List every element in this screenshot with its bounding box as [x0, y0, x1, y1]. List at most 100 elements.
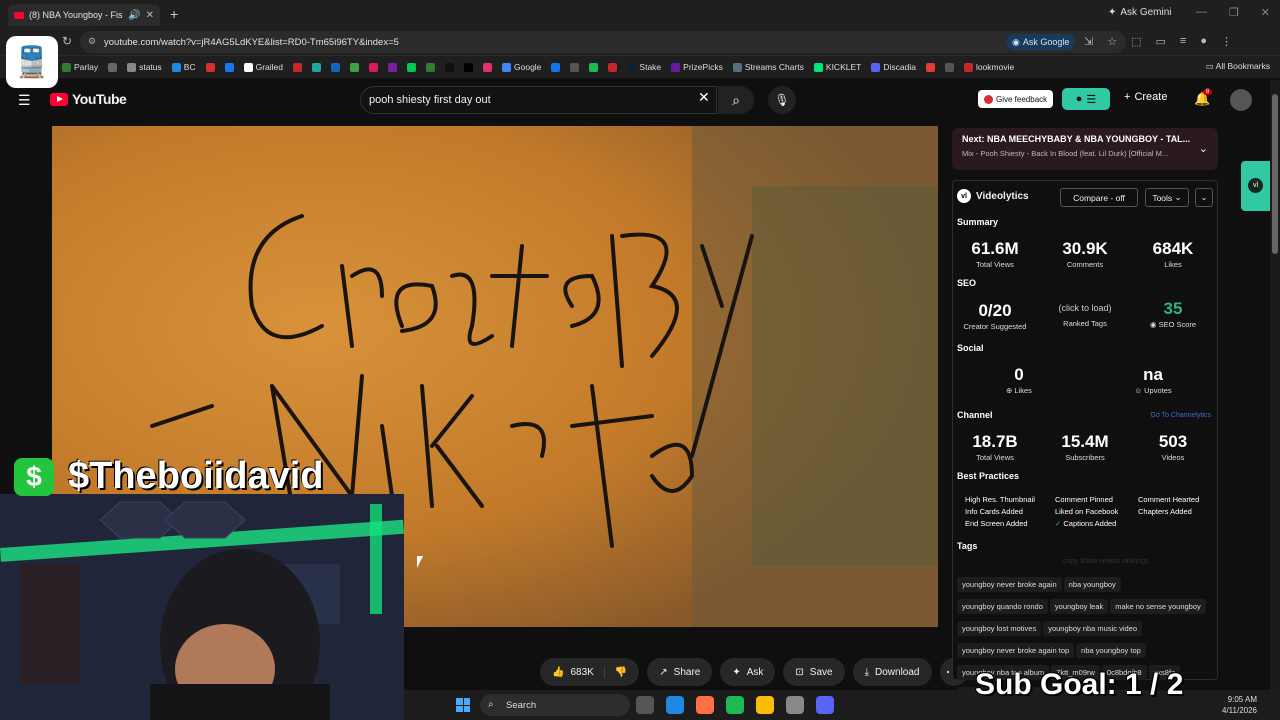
go-to-channelytics-link[interactable]: Go To Channelytics	[1150, 412, 1211, 419]
ask-button[interactable]: ✦ Ask	[720, 658, 776, 686]
panel-collapse-button[interactable]: ⌄	[1195, 188, 1213, 207]
site-info-icon[interactable]: ⚙	[88, 36, 96, 47]
bookmark-item[interactable]: KICKLET	[813, 62, 861, 72]
youtube-logo[interactable]: YouTube	[50, 91, 127, 107]
videolytics-side-button[interactable]: vl	[1241, 161, 1270, 211]
bookmark-item[interactable]	[483, 62, 492, 72]
videolytics-toggle-button[interactable]: ● ☰	[1062, 88, 1110, 110]
speaker-icon[interactable]: 🔊	[128, 10, 140, 21]
media-icon[interactable]: ≡	[1180, 35, 1186, 48]
bookmark-item[interactable]	[426, 62, 435, 72]
reload-icon[interactable]: ↻	[62, 34, 72, 48]
file-explorer-icon[interactable]	[636, 696, 654, 714]
bookmark-item[interactable]: status	[127, 62, 162, 72]
account-avatar[interactable]	[1230, 89, 1252, 111]
bookmark-item[interactable]: PrizePicks	[671, 62, 723, 72]
discord-icon[interactable]	[816, 696, 834, 714]
close-window-icon[interactable]: ✕	[1261, 6, 1270, 19]
share-button[interactable]: ↗ Share	[647, 658, 713, 686]
install-icon[interactable]: ⇲	[1084, 35, 1093, 48]
tag-chip[interactable]: youngboy quando rondo	[957, 599, 1048, 614]
firefox-icon[interactable]	[696, 696, 714, 714]
tag-chip[interactable]: youngboy leak	[1049, 599, 1109, 614]
tag-chip[interactable]: make no sense youngboy	[1110, 599, 1206, 614]
search-input[interactable]: pooh shiesty first day out	[360, 86, 717, 114]
tag-chip[interactable]: youngboy lost motives	[957, 621, 1042, 636]
windows-start-icon[interactable]	[456, 698, 470, 712]
search-button[interactable]: ⌕	[718, 86, 754, 114]
create-button[interactable]: + Create	[1124, 91, 1167, 103]
tags-tools-row[interactable]: copy Show search rankings	[1063, 558, 1149, 565]
all-bookmarks-button[interactable]: ▭ All Bookmarks	[1206, 61, 1270, 72]
edge-icon[interactable]	[666, 696, 684, 714]
bookmark-item[interactable]: Discadia	[871, 62, 916, 72]
bookmark-item[interactable]	[407, 62, 416, 72]
like-button[interactable]: 👍 683K	[540, 666, 605, 678]
profile-icon[interactable]: ●	[1200, 35, 1207, 48]
ask-google-button[interactable]: ◉ Ask Google	[1006, 34, 1076, 50]
settings-icon[interactable]	[786, 696, 804, 714]
bookmark-item[interactable]	[331, 62, 340, 72]
browser-tab-active[interactable]: (8) NBA Youngboy - Fish Sc 🔊 ✕	[8, 4, 160, 26]
voice-search-button[interactable]: 🎙	[768, 86, 796, 114]
tag-chip[interactable]: youngboy nba music video	[1043, 621, 1143, 636]
page-scrollbar[interactable]	[1270, 80, 1280, 690]
bookmark-item[interactable]	[570, 62, 580, 72]
close-tab-icon[interactable]: ✕	[146, 10, 154, 21]
tag-chip[interactable]: nba youngboy	[1063, 577, 1121, 592]
clear-search-icon[interactable]: ✕	[698, 89, 710, 106]
compare-toggle-button[interactable]: Compare - off	[1060, 188, 1138, 207]
address-bar-icons: ⇲ ☆ ⬚ ▭ ≡ ● ⋮	[1084, 35, 1232, 48]
download-button[interactable]: ⤓ Download	[852, 658, 932, 686]
tag-chip[interactable]: nba youngboy top	[1076, 643, 1146, 658]
next-up-card[interactable]: Next: NBA MEECHYBABY & NBA YOUNGBOY - TA…	[952, 128, 1218, 170]
bookmark-item[interactable]	[293, 62, 302, 72]
bookmark-item[interactable]	[108, 62, 118, 72]
dislike-button[interactable]: 👎	[605, 667, 639, 678]
create-label: Create	[1134, 91, 1168, 103]
bookmark-item[interactable]: BC	[171, 62, 196, 72]
seo-metric[interactable]: (click to load) Ranked Tags	[1045, 297, 1125, 328]
bookmark-item[interactable]	[369, 62, 378, 72]
system-clock[interactable]: 9:05 AM 4/11/2026	[1222, 694, 1257, 716]
bookmark-item[interactable]	[350, 62, 359, 72]
bookmark-item[interactable]	[445, 62, 454, 72]
bookmark-star-icon[interactable]: ☆	[1107, 35, 1117, 48]
videolytics-panel: vl Videolytics Compare - off Tools ⌄ ⌄ S…	[952, 180, 1218, 702]
hamburger-menu-icon[interactable]: ☰	[18, 92, 31, 109]
scrollbar-thumb[interactable]	[1272, 94, 1278, 254]
bookmark-item[interactable]	[925, 62, 935, 72]
bookmark-item[interactable]	[589, 62, 599, 72]
bookmark-item[interactable]	[312, 62, 321, 72]
bookmark-item[interactable]: Stake	[627, 62, 661, 72]
give-feedback-button[interactable]: Give feedback	[978, 90, 1054, 108]
spotify-icon[interactable]	[726, 696, 744, 714]
bookmark-item[interactable]: Google	[502, 62, 541, 72]
new-tab-icon[interactable]: +	[170, 6, 178, 22]
bookmark-item[interactable]	[388, 62, 397, 72]
bookmark-item[interactable]	[551, 62, 561, 72]
maximize-icon[interactable]: ❐	[1229, 6, 1239, 19]
chevron-down-icon[interactable]: ⌄	[1199, 142, 1208, 155]
save-button[interactable]: ⊡ Save	[783, 658, 845, 686]
chrome-icon[interactable]	[756, 696, 774, 714]
bookmark-item[interactable]: Streams Charts	[732, 62, 804, 72]
tag-chip[interactable]: youngboy never broke again top	[957, 643, 1075, 658]
ask-gemini-button[interactable]: ✦ Ask Gemini	[1108, 7, 1172, 18]
bookmark-item[interactable]	[608, 62, 618, 72]
bookmark-item[interactable]: Parlay	[62, 62, 98, 72]
bookmark-item[interactable]: Grailed	[243, 62, 283, 72]
tag-chip[interactable]: youngboy never broke again	[957, 577, 1062, 592]
bookmark-item[interactable]	[464, 62, 473, 72]
bookmark-item[interactable]	[944, 62, 954, 72]
taskbar-search[interactable]: ⌕ Search	[480, 694, 630, 716]
bookmark-item[interactable]	[224, 62, 234, 72]
menu-icon[interactable]: ⋮	[1221, 35, 1232, 48]
tools-dropdown[interactable]: Tools ⌄	[1145, 188, 1189, 207]
extensions-icon[interactable]: ⬚	[1131, 35, 1141, 48]
minimize-icon[interactable]: —	[1196, 6, 1207, 19]
sidebar-icon[interactable]: ▭	[1156, 35, 1166, 48]
bookmark-item[interactable]: lookmovie	[963, 62, 1014, 72]
url-field[interactable]: ⚙ youtube.com/watch?v=jR4AG5LdKYE&list=R…	[80, 31, 1126, 53]
bookmark-item[interactable]	[205, 62, 215, 72]
